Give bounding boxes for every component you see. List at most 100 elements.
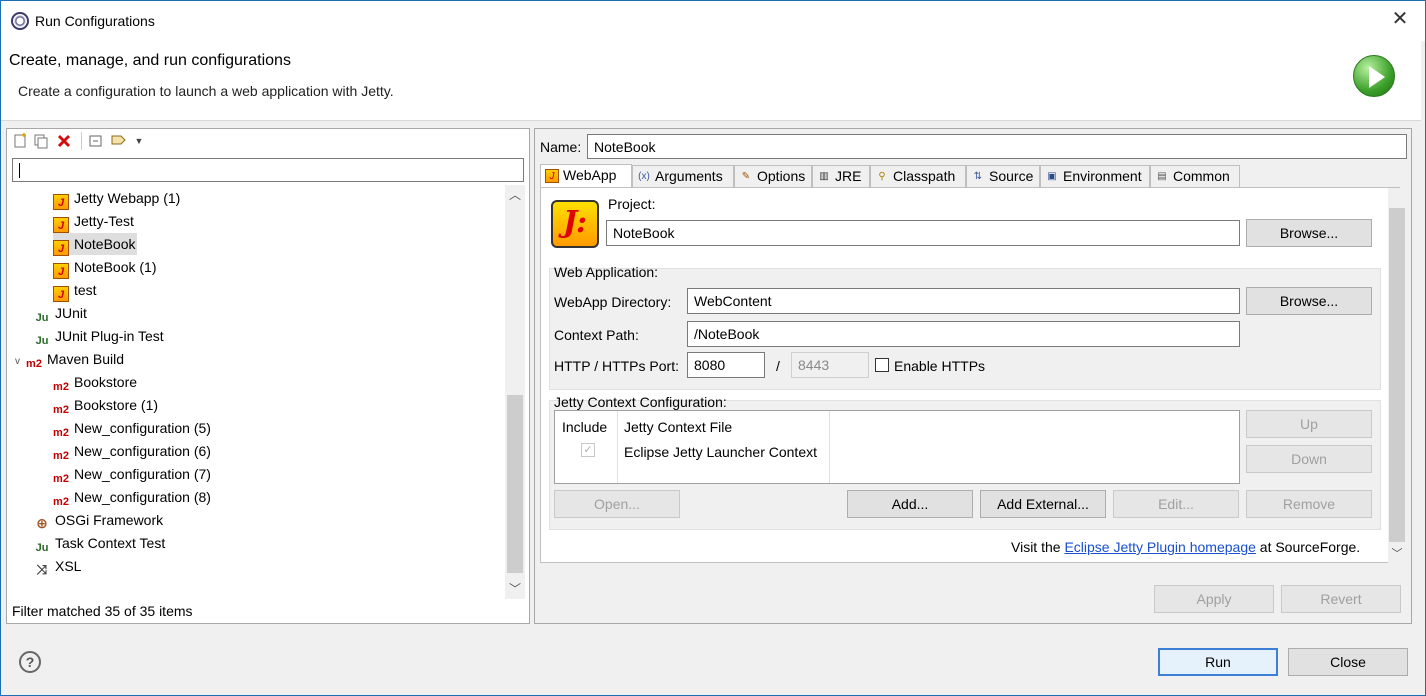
tab-source[interactable]: ⇅ Source <box>966 165 1040 187</box>
table-row[interactable]: Eclipse Jetty Launcher Context <box>624 444 817 460</box>
http-port-field[interactable]: 8080 <box>687 352 765 378</box>
close-icon[interactable]: ✕ <box>1389 9 1411 31</box>
arguments-icon: (x) <box>638 171 650 182</box>
open-button[interactable]: Open... <box>554 490 680 518</box>
config-tabs: J WebApp (x) Arguments ✎ Options ▥ JRE ⚲ Clas… <box>540 164 1240 188</box>
apply-button[interactable]: Apply <box>1154 585 1274 613</box>
options-icon: ✎ <box>741 171 751 182</box>
web-application-label: Web Application: <box>554 264 659 280</box>
configuration-tree: J Jetty Webapp (1) J Jetty-Test J NoteBook … <box>7 185 505 599</box>
tab-classpath[interactable]: ⚲ Classpath <box>870 165 966 187</box>
tab-webapp[interactable]: J WebApp <box>540 164 632 188</box>
configuration-editor-pane: Name: NoteBook J WebApp (x) Arguments ✎ Opt… <box>534 128 1412 624</box>
run-banner-icon <box>1353 55 1395 97</box>
chevron-down-icon[interactable]: v <box>15 356 20 367</box>
scroll-up-icon[interactable]: ︿ <box>505 185 525 205</box>
jetty-icon: J <box>53 286 69 302</box>
browse-project-button[interactable]: Browse... <box>1246 219 1372 247</box>
run-button[interactable]: Run <box>1158 648 1278 676</box>
name-label: Name: <box>540 139 582 155</box>
tree-item[interactable]: m2 New_configuration (5) <box>53 417 211 439</box>
configuration-list-pane: ▼ J Jetty Webapp (1) J Jetty-Test J NoteBoo… <box>6 128 530 624</box>
tree-item[interactable]: J Jetty-Test <box>53 210 134 233</box>
add-button[interactable]: Add... <box>847 490 973 518</box>
window-title: Run Configurations <box>35 13 155 29</box>
remove-button[interactable]: Remove <box>1246 490 1372 518</box>
column-include: Include <box>562 419 608 435</box>
list-toolbar: ▼ <box>7 129 529 153</box>
tree-item[interactable]: Jtest <box>53 279 97 302</box>
tab-arguments[interactable]: (x) Arguments <box>632 165 734 187</box>
enable-https-checkbox[interactable] <box>875 358 889 372</box>
edit-button[interactable]: Edit... <box>1113 490 1239 518</box>
tab-common[interactable]: ▤ Common <box>1150 165 1240 187</box>
help-icon[interactable]: ? <box>19 651 41 673</box>
plugin-homepage-text: Visit the Eclipse Jetty Plugin homepage … <box>1011 539 1361 555</box>
tree-item[interactable]: ⊕ OSGi Framework <box>34 509 163 531</box>
add-external-button[interactable]: Add External... <box>980 490 1106 518</box>
webapp-directory-field[interactable]: WebContent <box>687 288 1240 314</box>
tree-item[interactable]: Ju JUnit <box>34 302 87 324</box>
maven-icon: m2 <box>53 381 69 393</box>
source-icon: ⇅ <box>973 171 983 182</box>
filter-input[interactable] <box>12 158 524 182</box>
tree-scrollbar[interactable]: ︿ ﹀ <box>505 185 525 599</box>
tab-environment[interactable]: ▣ Environment <box>1040 165 1150 187</box>
dialog-banner: Create, manage, and run configurations C… <box>1 41 1425 121</box>
tree-item-selected[interactable]: J NoteBook <box>53 233 138 256</box>
tree-item[interactable]: Ju JUnit Plug-in Test <box>34 325 164 347</box>
https-port-field[interactable]: 8443 <box>791 352 869 378</box>
tree-item[interactable]: J NoteBook (1) <box>53 256 156 279</box>
maven-icon: m2 <box>53 450 69 462</box>
filter-status: Filter matched 35 of 35 items <box>12 603 193 619</box>
jre-icon: ▥ <box>819 171 829 182</box>
text-caret <box>19 163 20 178</box>
port-label: HTTP / HTTPs Port: <box>554 358 679 374</box>
include-checkbox[interactable]: ✓ <box>581 443 595 457</box>
jetty-context-label: Jetty Context Configuration: <box>554 394 727 410</box>
filter-icon[interactable] <box>111 133 127 149</box>
scroll-thumb[interactable] <box>1389 208 1405 542</box>
enable-https-label: Enable HTTPs <box>894 358 986 374</box>
context-path-field[interactable]: /NoteBook <box>687 321 1240 347</box>
delete-icon[interactable] <box>56 133 72 149</box>
plugin-homepage-link[interactable]: Eclipse Jetty Plugin homepage <box>1064 539 1255 555</box>
tree-item[interactable]: ⤨ XSL <box>34 555 82 577</box>
chevron-down-icon[interactable]: ▼ <box>131 133 147 149</box>
tree-item[interactable]: m2 Bookstore <box>53 371 137 393</box>
revert-button[interactable]: Revert <box>1281 585 1401 613</box>
tree-item[interactable]: v m2 Maven Build <box>15 348 124 370</box>
tab-jre[interactable]: ▥ JRE <box>812 165 870 187</box>
scroll-down-icon[interactable]: ﹀ <box>1388 544 1406 564</box>
new-config-icon[interactable] <box>12 133 28 149</box>
duplicate-icon[interactable] <box>33 133 49 149</box>
tree-item[interactable]: m2 Bookstore (1) <box>53 394 158 416</box>
jetty-icon: J <box>53 217 69 233</box>
close-button[interactable]: Close <box>1288 648 1408 676</box>
tree-item[interactable]: J Jetty Webapp (1) <box>53 187 180 210</box>
task-context-icon: Ju <box>35 542 49 554</box>
webapp-directory-label: WebApp Directory: <box>554 294 672 310</box>
tree-item[interactable]: m2 New_configuration (8) <box>53 486 211 508</box>
tree-item[interactable]: Ju Task Context Test <box>34 532 166 554</box>
scroll-down-icon[interactable]: ﹀ <box>505 579 525 599</box>
browse-webapp-button[interactable]: Browse... <box>1246 287 1372 315</box>
up-button[interactable]: Up <box>1246 410 1372 438</box>
name-field[interactable]: NoteBook <box>587 134 1407 159</box>
tree-item[interactable]: m2 New_configuration (6) <box>53 440 211 462</box>
project-field[interactable]: NoteBook <box>606 220 1240 246</box>
junit-plugin-icon: Ju <box>35 335 49 347</box>
toolbar-divider <box>81 132 82 150</box>
title-bar: Run Configurations ✕ <box>1 1 1425 41</box>
tab-scrollbar[interactable]: ﹀ <box>1388 188 1406 564</box>
scroll-thumb[interactable] <box>507 395 523 573</box>
tab-options[interactable]: ✎ Options <box>734 165 812 187</box>
run-configurations-dialog: Run Configurations ✕ Create, manage, and… <box>0 0 1426 696</box>
down-button[interactable]: Down <box>1246 445 1372 473</box>
collapse-all-icon[interactable] <box>88 133 104 149</box>
project-label: Project: <box>608 196 656 212</box>
jetty-logo-icon: J: <box>551 200 599 248</box>
tree-item[interactable]: m2 New_configuration (7) <box>53 463 211 485</box>
junit-icon: Ju <box>35 312 49 324</box>
jetty-icon: J <box>53 263 69 279</box>
